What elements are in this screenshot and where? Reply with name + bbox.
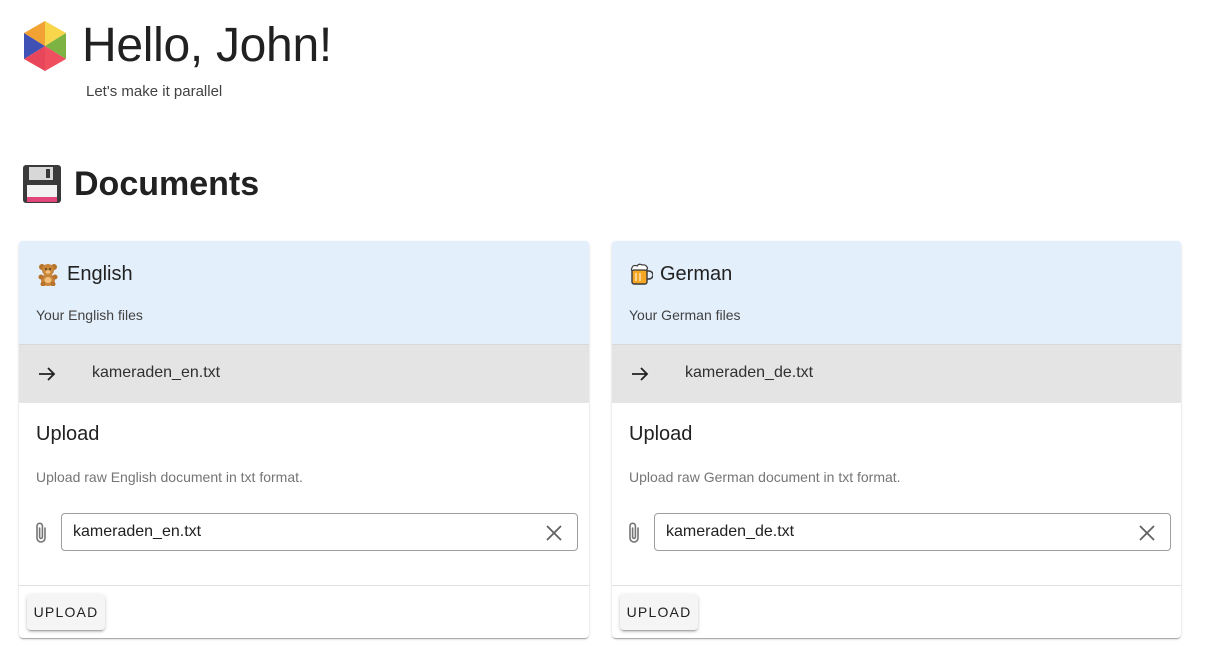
card-subtitle: Your English files: [36, 307, 143, 323]
upload-title: Upload: [36, 423, 100, 445]
file-name: kameraden_de.txt: [685, 364, 814, 381]
card-title: English: [36, 261, 133, 287]
clear-icon[interactable]: [1138, 524, 1156, 542]
card-actions: UPLOAD: [612, 585, 1181, 638]
upload-title: Upload: [629, 423, 693, 445]
upload-description: Upload raw German document in txt format…: [629, 469, 901, 485]
page: Hello, John! Let's make it parallel Docu…: [0, 0, 1206, 662]
paperclip-icon[interactable]: [625, 521, 643, 545]
greeting-title: Hello, John!: [82, 19, 332, 72]
file-name: kameraden_en.txt: [92, 364, 221, 381]
upload-description: Upload raw English document in txt forma…: [36, 469, 303, 485]
clear-icon[interactable]: [545, 524, 563, 542]
card-title: German: [629, 261, 732, 287]
upload-button[interactable]: UPLOAD: [27, 594, 105, 630]
file-input-field[interactable]: kameraden_de.txt: [654, 513, 1171, 551]
paperclip-icon[interactable]: [32, 521, 50, 545]
card-subtitle: Your German files: [629, 307, 741, 323]
card-language-name: German: [660, 262, 733, 285]
card-header: German Your German files: [612, 241, 1181, 344]
arrow-right-icon: [39, 367, 56, 381]
file-input-value: kameraden_de.txt: [666, 523, 795, 540]
teddy-bear-icon: [38, 264, 58, 286]
greeting-subtitle: Let's make it parallel: [86, 83, 223, 100]
file-input-value: kameraden_en.txt: [73, 523, 202, 540]
card-header: English Your English files: [19, 241, 589, 344]
upload-button[interactable]: UPLOAD: [620, 594, 698, 630]
card-language-name: English: [67, 262, 133, 285]
file-input-field[interactable]: kameraden_en.txt: [61, 513, 578, 551]
beer-mug-icon: [630, 263, 653, 285]
card-actions: UPLOAD: [19, 585, 589, 638]
file-list-item[interactable]: kameraden_de.txt: [612, 344, 1181, 403]
language-card-english: English Your English files kameraden_en.…: [19, 241, 589, 638]
documents-heading: Documents: [22, 164, 259, 204]
app-logo-icon: [24, 21, 66, 71]
arrow-right-icon: [632, 367, 649, 381]
upload-section: Upload Upload raw German document in txt…: [612, 403, 1181, 587]
documents-title: Documents: [74, 165, 260, 203]
language-card-german: German Your German files kameraden_de.tx…: [612, 241, 1181, 638]
upload-section: Upload Upload raw English document in tx…: [19, 403, 589, 587]
file-list-item[interactable]: kameraden_en.txt: [19, 344, 589, 403]
floppy-disk-icon: [23, 165, 61, 203]
